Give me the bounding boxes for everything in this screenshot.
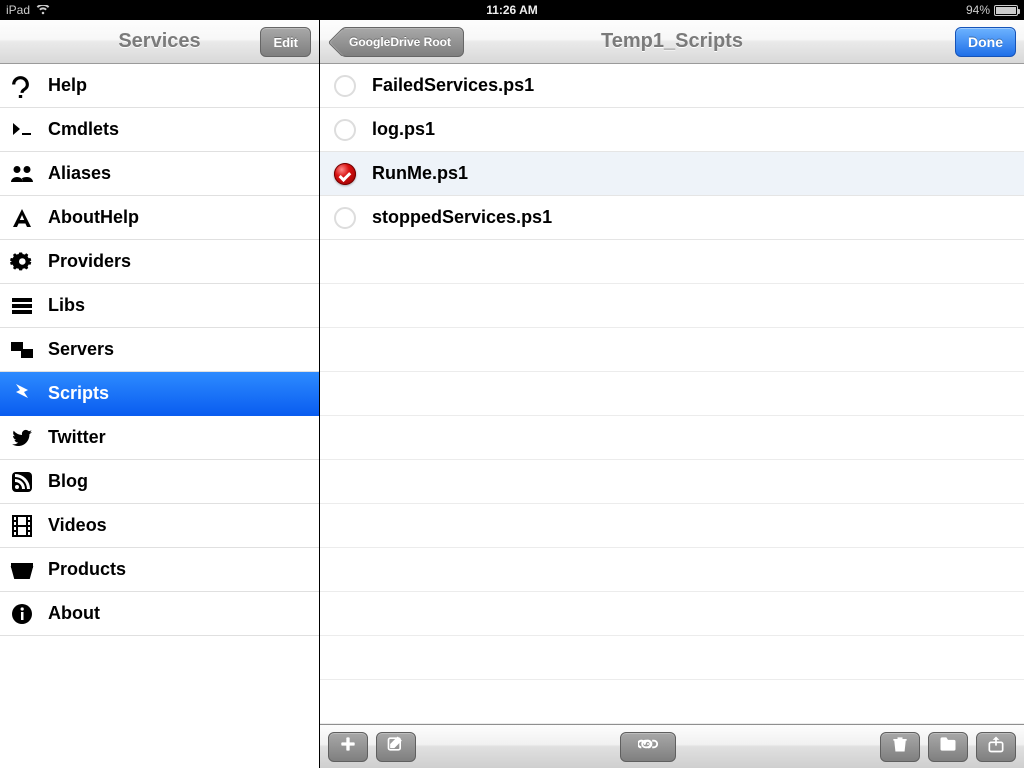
- books-icon: [8, 292, 36, 320]
- sidebar-item-twitter[interactable]: Twitter: [0, 416, 319, 460]
- sidebar-item-label: Aliases: [48, 163, 111, 184]
- trash-button[interactable]: [880, 732, 920, 762]
- main-pane: GoogleDrive Root Temp1_Scripts Done Fail…: [320, 20, 1024, 768]
- link-button[interactable]: [620, 732, 676, 762]
- clock: 11:26 AM: [486, 3, 538, 17]
- servers-icon: [8, 336, 36, 364]
- toolbar: [320, 724, 1024, 768]
- sidebar-item-label: Servers: [48, 339, 114, 360]
- done-button[interactable]: Done: [955, 27, 1016, 57]
- rss-icon: [8, 468, 36, 496]
- twitter-icon: [8, 424, 36, 452]
- file-name: FailedServices.ps1: [372, 75, 534, 96]
- file-row[interactable]: FailedServices.ps1: [320, 64, 1024, 108]
- wifi-icon: [36, 5, 50, 15]
- sidebar-item-servers[interactable]: Servers: [0, 328, 319, 372]
- abouta-icon: [8, 204, 36, 232]
- people-icon: [8, 160, 36, 188]
- question-icon: [8, 72, 36, 100]
- select-radio[interactable]: [334, 163, 356, 185]
- sidebar-item-label: Providers: [48, 251, 131, 272]
- sidebar-item-libs[interactable]: Libs: [0, 284, 319, 328]
- sidebar-item-blog[interactable]: Blog: [0, 460, 319, 504]
- add-icon: [338, 734, 358, 759]
- file-row[interactable]: RunMe.ps1: [320, 152, 1024, 196]
- file-name: stoppedServices.ps1: [372, 207, 552, 228]
- device-label: iPad: [6, 3, 30, 17]
- file-row[interactable]: log.ps1: [320, 108, 1024, 152]
- file-list[interactable]: FailedServices.ps1 log.ps1 RunMe.ps1 stoppe…: [320, 64, 1024, 724]
- sidebar-item-providers[interactable]: Providers: [0, 240, 319, 284]
- organize-button[interactable]: [928, 732, 968, 762]
- prompt-icon: [8, 116, 36, 144]
- sidebar-item-cmdlets[interactable]: Cmdlets: [0, 108, 319, 152]
- compose-button[interactable]: [376, 732, 416, 762]
- scripts-icon: [8, 380, 36, 408]
- sidebar-item-label: Blog: [48, 471, 88, 492]
- status-bar: iPad 11:26 AM 94%: [0, 0, 1024, 20]
- page-title: Temp1_Scripts: [601, 30, 743, 53]
- sidebar-item-help[interactable]: Help: [0, 64, 319, 108]
- select-radio[interactable]: [334, 207, 356, 229]
- back-button-label: GoogleDrive Root: [349, 35, 451, 49]
- sidebar-item-scripts[interactable]: Scripts: [0, 372, 319, 416]
- gear-icon: [8, 248, 36, 276]
- organize-icon: [938, 734, 958, 759]
- sidebar-item-about[interactable]: About: [0, 592, 319, 636]
- trash-icon: [890, 734, 910, 759]
- done-button-label: Done: [968, 34, 1003, 50]
- film-icon: [8, 512, 36, 540]
- sidebar-item-videos[interactable]: Videos: [0, 504, 319, 548]
- info-icon: [8, 600, 36, 628]
- products-icon: [8, 556, 36, 584]
- sidebar-item-label: About: [48, 603, 100, 624]
- edit-button[interactable]: Edit: [260, 27, 311, 57]
- sidebar-item-label: Help: [48, 75, 87, 96]
- sidebar-header: Services Edit: [0, 20, 319, 64]
- sidebar-item-label: Videos: [48, 515, 107, 536]
- back-button[interactable]: GoogleDrive Root: [340, 27, 464, 57]
- sidebar-item-label: AboutHelp: [48, 207, 139, 228]
- file-name: RunMe.ps1: [372, 163, 468, 184]
- select-radio[interactable]: [334, 119, 356, 141]
- sidebar-item-label: Products: [48, 559, 126, 580]
- add-button[interactable]: [328, 732, 368, 762]
- file-name: log.ps1: [372, 119, 435, 140]
- share-icon: [986, 734, 1006, 759]
- file-row[interactable]: stoppedServices.ps1: [320, 196, 1024, 240]
- share-button[interactable]: [976, 732, 1016, 762]
- sidebar-item-label: Libs: [48, 295, 85, 316]
- edit-button-label: Edit: [273, 35, 298, 50]
- sidebar-item-aliases[interactable]: Aliases: [0, 152, 319, 196]
- battery-percent: 94%: [966, 3, 990, 17]
- battery-icon: [994, 5, 1018, 16]
- sidebar-item-products[interactable]: Products: [0, 548, 319, 592]
- compose-icon: [386, 734, 406, 759]
- sidebar-item-label: Twitter: [48, 427, 106, 448]
- sidebar-item-label: Cmdlets: [48, 119, 119, 140]
- sidebar-list[interactable]: Help Cmdlets Aliases AboutHelp Providers Libs…: [0, 64, 319, 768]
- sidebar-title: Services: [118, 30, 200, 53]
- sidebar-item-label: Scripts: [48, 383, 109, 404]
- sidebar-item-abouthelp[interactable]: AboutHelp: [0, 196, 319, 240]
- main-header: GoogleDrive Root Temp1_Scripts Done: [320, 20, 1024, 64]
- link-icon: [638, 734, 658, 759]
- sidebar: Services Edit Help Cmdlets Aliases AboutHel…: [0, 20, 320, 768]
- select-radio[interactable]: [334, 75, 356, 97]
